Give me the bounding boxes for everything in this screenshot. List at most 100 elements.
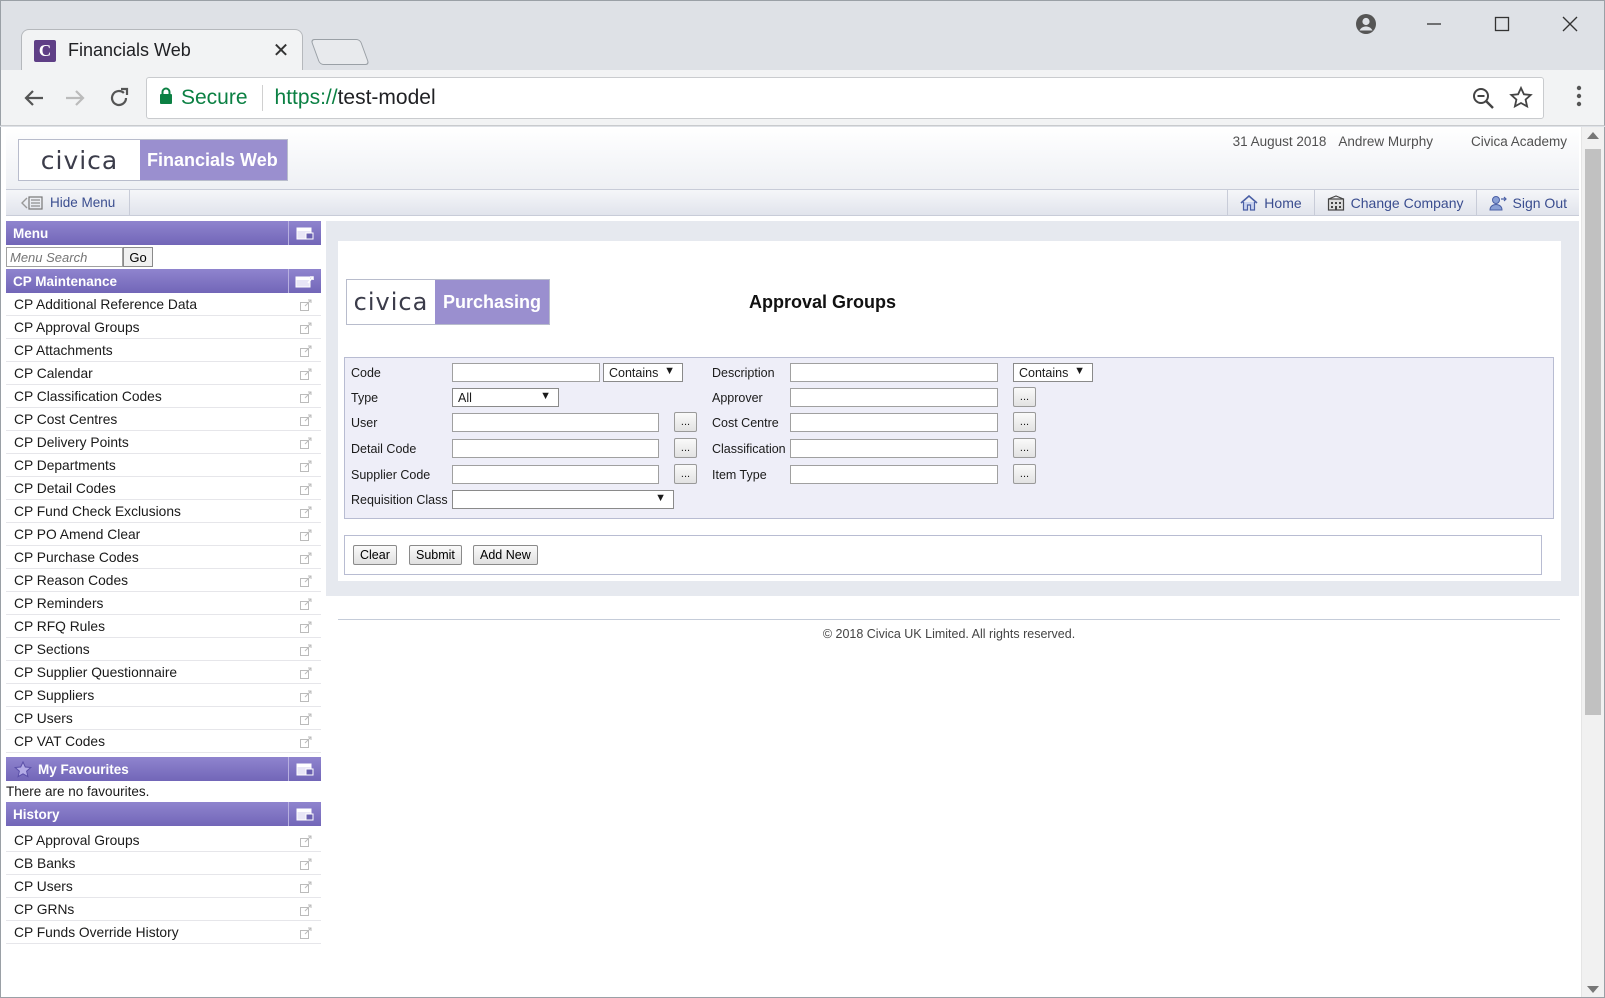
classification-lookup-button[interactable]: ...: [1013, 438, 1036, 458]
reload-icon[interactable]: [103, 82, 135, 114]
description-input[interactable]: [790, 363, 998, 382]
external-link-icon[interactable]: [300, 713, 312, 728]
external-link-icon[interactable]: [300, 460, 312, 475]
clear-button[interactable]: Clear: [353, 545, 397, 565]
approver-input[interactable]: [790, 388, 998, 407]
new-tab-button[interactable]: [310, 39, 370, 65]
change-company-link[interactable]: Change Company: [1313, 190, 1476, 215]
sidebar-item-reason-codes[interactable]: CP Reason Codes: [6, 569, 321, 592]
panel-collapse-icon[interactable]: [288, 221, 321, 245]
address-bar[interactable]: Secure https:// test-model: [146, 77, 1544, 119]
history-header[interactable]: History: [6, 802, 321, 826]
external-link-icon[interactable]: [300, 621, 312, 636]
browser-menu-icon[interactable]: [1576, 84, 1582, 113]
external-link-icon[interactable]: [300, 736, 312, 751]
external-link-icon[interactable]: [300, 598, 312, 613]
sidebar-item-rfq-rules[interactable]: CP RFQ Rules: [6, 615, 321, 638]
sidebar-item-delivery-points[interactable]: CP Delivery Points: [6, 431, 321, 454]
menu-search-input[interactable]: [6, 247, 123, 267]
external-link-icon[interactable]: [300, 690, 312, 705]
detail-code-input[interactable]: [452, 439, 659, 458]
external-link-icon[interactable]: [300, 904, 312, 919]
favourites-header[interactable]: My Favourites: [6, 757, 321, 781]
external-link-icon[interactable]: [300, 506, 312, 521]
panel-collapse-icon[interactable]: [288, 802, 321, 826]
external-link-icon[interactable]: [300, 391, 312, 406]
home-link[interactable]: Home: [1227, 190, 1313, 215]
description-match-select[interactable]: Contains ▼: [1013, 363, 1093, 382]
sidebar-item-calendar[interactable]: CP Calendar: [6, 362, 321, 385]
code-input[interactable]: [452, 363, 600, 382]
sidebar-item-classification-codes[interactable]: CP Classification Codes: [6, 385, 321, 408]
history-item-approval-groups[interactable]: CP Approval Groups: [6, 829, 321, 852]
sidebar-item-sections[interactable]: CP Sections: [6, 638, 321, 661]
approver-lookup-button[interactable]: ...: [1013, 387, 1036, 407]
sidebar-item-purchase-codes[interactable]: CP Purchase Codes: [6, 546, 321, 569]
scroll-down-arrow-icon[interactable]: [1587, 986, 1599, 993]
external-link-icon[interactable]: [300, 345, 312, 360]
user-input[interactable]: [452, 413, 659, 432]
sidebar-item-departments[interactable]: CP Departments: [6, 454, 321, 477]
close-tab-icon[interactable]: ✕: [272, 38, 290, 63]
profile-icon[interactable]: [1332, 1, 1400, 47]
hide-menu-button[interactable]: Hide Menu: [6, 190, 131, 215]
submit-button[interactable]: Submit: [409, 545, 462, 565]
external-link-icon[interactable]: [300, 667, 312, 682]
cost-centre-input[interactable]: [790, 413, 998, 432]
requisition-class-select[interactable]: ▼: [452, 490, 674, 509]
sidebar-item-detail-codes[interactable]: CP Detail Codes: [6, 477, 321, 500]
sidebar-item-users[interactable]: CP Users: [6, 707, 321, 730]
history-item-banks[interactable]: CB Banks: [6, 852, 321, 875]
external-link-icon[interactable]: [300, 881, 312, 896]
section-expand-icon[interactable]: [288, 269, 321, 293]
sidebar-item-suppliers[interactable]: CP Suppliers: [6, 684, 321, 707]
classification-input[interactable]: [790, 439, 998, 458]
sidebar-item-fund-check-exclusions[interactable]: CP Fund Check Exclusions: [6, 500, 321, 523]
sidebar-item-vat-codes[interactable]: CP VAT Codes: [6, 730, 321, 753]
scroll-up-arrow-icon[interactable]: [1587, 132, 1599, 139]
sign-out-link[interactable]: Sign Out: [1475, 190, 1579, 215]
browser-tab-active[interactable]: C Financials Web ✕: [21, 29, 303, 71]
user-lookup-button[interactable]: ...: [674, 412, 697, 432]
sidebar-item-cost-centres[interactable]: CP Cost Centres: [6, 408, 321, 431]
panel-collapse-icon[interactable]: [288, 757, 321, 781]
history-item-funds-override-history[interactable]: CP Funds Override History: [6, 921, 321, 944]
zoom-icon[interactable]: [1471, 86, 1495, 115]
page-scrollbar[interactable]: [1581, 127, 1604, 997]
code-match-select[interactable]: Contains ▼: [603, 363, 683, 382]
maximize-icon[interactable]: [1468, 1, 1536, 47]
menu-search-go-button[interactable]: Go: [123, 247, 153, 267]
external-link-icon[interactable]: [300, 529, 312, 544]
external-link-icon[interactable]: [300, 483, 312, 498]
sidebar-item-approval-groups[interactable]: CP Approval Groups: [6, 316, 321, 339]
item-type-input[interactable]: [790, 465, 998, 484]
external-link-icon[interactable]: [300, 322, 312, 337]
external-link-icon[interactable]: [300, 575, 312, 590]
sidebar-item-additional-reference-data[interactable]: CP Additional Reference Data: [6, 293, 321, 316]
sidebar-item-supplier-questionnaire[interactable]: CP Supplier Questionnaire: [6, 661, 321, 684]
back-arrow-icon[interactable]: [18, 82, 50, 114]
forward-arrow-icon[interactable]: [59, 82, 91, 114]
scrollbar-thumb[interactable]: [1585, 149, 1601, 715]
history-item-grns[interactable]: CP GRNs: [6, 898, 321, 921]
supplier-code-input[interactable]: [452, 465, 659, 484]
sidebar-item-po-amend-clear[interactable]: CP PO Amend Clear: [6, 523, 321, 546]
external-link-icon[interactable]: [300, 858, 312, 873]
history-item-users[interactable]: CP Users: [6, 875, 321, 898]
external-link-icon[interactable]: [300, 299, 312, 314]
external-link-icon[interactable]: [300, 835, 312, 850]
external-link-icon[interactable]: [300, 927, 312, 942]
external-link-icon[interactable]: [300, 368, 312, 383]
external-link-icon[interactable]: [300, 552, 312, 567]
external-link-icon[interactable]: [300, 414, 312, 429]
add-new-button[interactable]: Add New: [473, 545, 538, 565]
cost-centre-lookup-button[interactable]: ...: [1013, 412, 1036, 432]
detail-code-lookup-button[interactable]: ...: [674, 438, 697, 458]
close-window-icon[interactable]: [1536, 1, 1604, 47]
sidebar-item-reminders[interactable]: CP Reminders: [6, 592, 321, 615]
minimize-icon[interactable]: [1400, 1, 1468, 47]
cp-maintenance-header[interactable]: CP Maintenance: [6, 269, 321, 293]
external-link-icon[interactable]: [300, 437, 312, 452]
sidebar-item-attachments[interactable]: CP Attachments: [6, 339, 321, 362]
supplier-code-lookup-button[interactable]: ...: [674, 464, 697, 484]
